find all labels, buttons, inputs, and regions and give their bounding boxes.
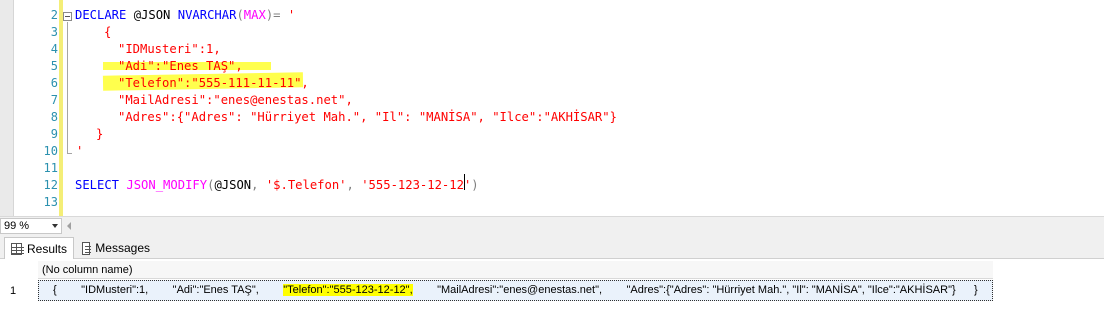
text-caret [464, 174, 465, 190]
line-number: 2 [50, 8, 58, 22]
messages-icon [82, 241, 92, 255]
code-line-9: "Adres":{"Adres": "Hürriyet Mah.", "Il":… [118, 110, 617, 124]
zoom-bar: 99 % [0, 216, 1104, 235]
code-line-12: SELECT JSON_MODIFY(@JSON, '$.Telefon', '… [75, 177, 479, 194]
zoom-value: 99 % [4, 220, 30, 232]
cell-text-highlight: "Telefon":"555-123-12-12", [283, 284, 413, 296]
result-cell[interactable]: { "IDMusteri":1, "Adi":"Enes TAŞ", "Tele… [38, 280, 993, 301]
tab-messages[interactable]: Messages [76, 237, 156, 259]
line-number: 12 [43, 178, 58, 192]
code-line-10: } [96, 127, 104, 141]
line-number: 5 [50, 59, 58, 73]
code-line-5: "IDMusteri":1, [118, 42, 221, 56]
line-number-gutter: 2 3 4 5 6 7 8 9 10 11 12 13 [14, 0, 58, 216]
tab-results[interactable]: Results [4, 237, 74, 259]
function-json-modify: JSON_MODIFY [126, 178, 208, 192]
column-header[interactable]: (No column name) [38, 261, 993, 279]
line-number: 3 [50, 25, 58, 39]
selection-margin [0, 0, 14, 216]
max-keyword: MAX [243, 8, 266, 22]
line-number: 9 [50, 127, 58, 141]
keyword-select: SELECT [75, 178, 120, 192]
new-value-string: '555-123-12-12' [361, 178, 472, 192]
tab-results-label: Results [26, 241, 67, 256]
code-line-11: ' [76, 144, 84, 158]
code-line-2: DECLARE @JSON NVARCHAR(MAX)= ' [75, 7, 295, 24]
collapse-region-icon[interactable] [63, 12, 72, 21]
cell-text-before: { "IDMusteri":1, "Adi":"Enes TAŞ", [53, 284, 284, 296]
tab-messages-label: Messages [95, 241, 150, 255]
line-number: 4 [50, 42, 58, 56]
paren-assign: )= [265, 8, 281, 22]
paren: ) [471, 178, 479, 192]
row-number[interactable]: 1 [10, 281, 16, 301]
comma: , [251, 178, 266, 192]
change-tracking-bar [59, 0, 63, 216]
query-editor[interactable]: 2 3 4 5 6 7 8 9 10 11 12 13 DECLARE @JSO… [0, 0, 1104, 216]
chevron-down-icon [52, 224, 58, 228]
line-number: 8 [50, 110, 58, 124]
line-number: 13 [43, 195, 58, 209]
json-path-string: '$.Telefon' [265, 178, 347, 192]
grid-icon [11, 242, 24, 255]
fold-guide-line [67, 22, 68, 154]
zoom-dropdown[interactable]: 99 % [0, 218, 62, 234]
scroll-left-icon[interactable] [67, 222, 71, 230]
results-tabs: Results Messages [0, 235, 1104, 259]
results-panel: Results Messages (No column name) 1 { "I… [0, 235, 1104, 335]
line-number: 7 [50, 93, 58, 107]
cell-text-after: "MailAdresi":"enes@enestas.net", "Adres"… [412, 284, 978, 296]
results-grid[interactable]: (No column name) 1 { "IDMusteri":1, "Adi… [0, 259, 1104, 335]
line-number: 10 [43, 144, 58, 158]
keyword-declare: DECLARE [75, 8, 127, 22]
string-start: ' [280, 8, 296, 22]
code-line-4: { [104, 25, 112, 39]
code-line-7: "Telefon":"555-111-11-11", [118, 76, 309, 90]
code-line-8: "MailAdresi":"enes@enestas.net", [118, 93, 353, 107]
code-area[interactable]: DECLARE @JSON NVARCHAR(MAX)= ' { "IDMust… [75, 0, 1104, 216]
fold-guide-end [67, 153, 72, 154]
variable-json: @JSON [214, 178, 252, 192]
comma: , [346, 178, 362, 192]
variable-name: @JSON [126, 8, 178, 22]
line-number: 6 [50, 76, 58, 90]
type-name: NVARCHAR [177, 8, 237, 22]
paren: ( [236, 8, 244, 22]
code-line-6: "Adi":"Enes TAŞ", [118, 59, 243, 73]
line-number: 11 [43, 161, 58, 175]
